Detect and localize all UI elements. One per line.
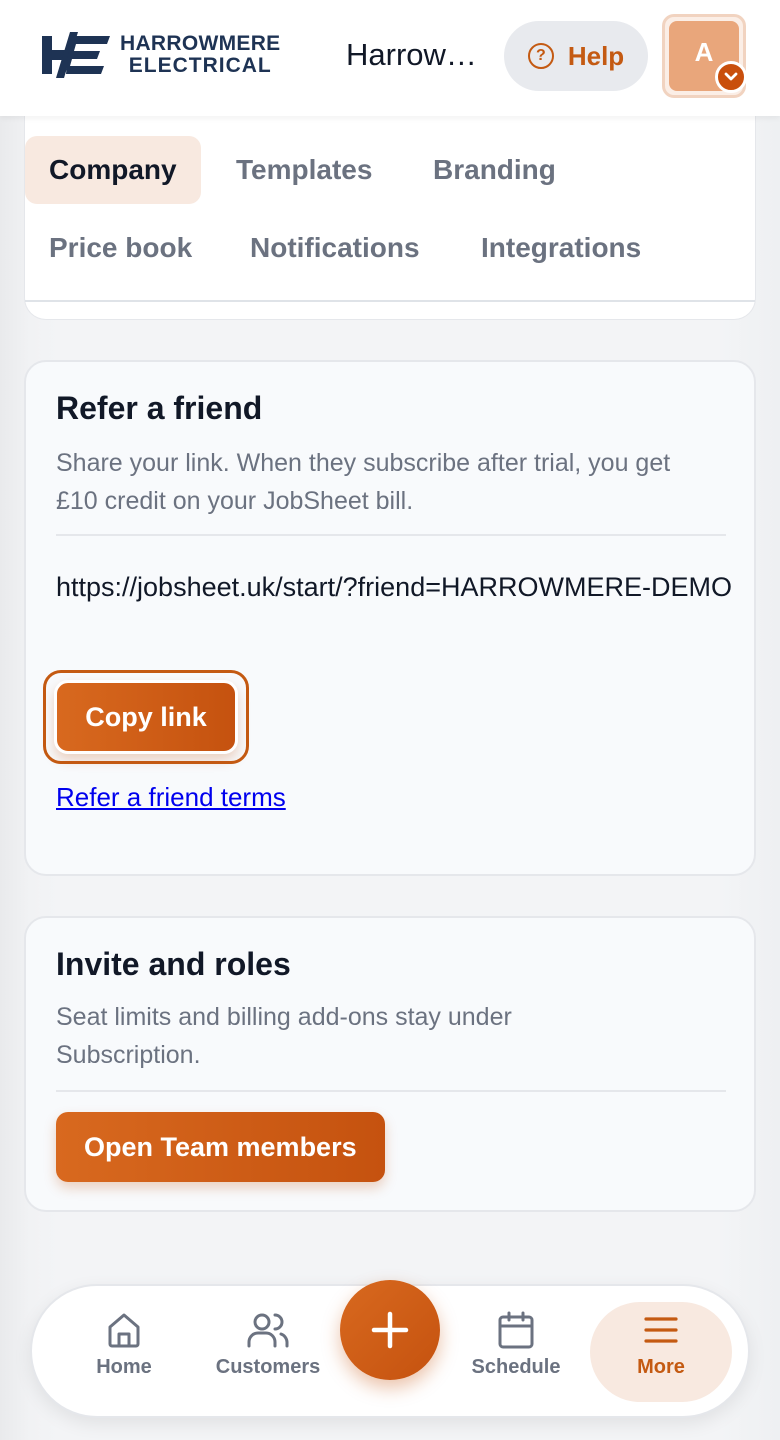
copy-link-button[interactable]: Copy link <box>54 680 238 754</box>
add-new-button[interactable] <box>340 1280 440 1380</box>
logo-text: HARROWMERE ELECTRICAL <box>120 33 281 77</box>
refer-description: Share your link. When they subscribe aft… <box>56 449 671 515</box>
invite-title: Invite and roles <box>56 946 291 982</box>
refer-terms-link[interactable]: Refer a friend terms <box>56 782 286 813</box>
nav-home-label: Home <box>96 1356 152 1378</box>
logo-line-1: HARROWMERE <box>120 32 281 55</box>
nav-more[interactable]: More <box>590 1302 732 1402</box>
calendar-icon <box>498 1311 534 1349</box>
logo-mark-icon <box>42 32 110 78</box>
users-icon <box>247 1313 289 1348</box>
help-icon: ? <box>527 43 554 69</box>
company-name: Harrowmere Electrical <box>346 37 486 72</box>
nav-more-label: More <box>637 1356 685 1378</box>
settings-tabs: Company Templates Branding Price book No… <box>24 116 756 320</box>
nav-customers-label: Customers <box>215 1356 321 1378</box>
tab-integrations[interactable]: Integrations <box>481 214 641 282</box>
logo-line-2: ELECTRICAL <box>128 54 272 77</box>
tab-branding[interactable]: Branding <box>433 136 556 204</box>
tabs-divider <box>25 300 755 302</box>
account-menu-button[interactable]: A <box>662 14 747 98</box>
invite-description: Seat limits and billing add-ons stay und… <box>56 1003 512 1069</box>
help-label: Help <box>567 40 625 71</box>
refer-title: Refer a friend <box>56 390 263 426</box>
invite-divider <box>56 1090 726 1092</box>
tab-price-book[interactable]: Price book <box>49 214 192 282</box>
tab-notifications[interactable]: Notifications <box>250 214 420 282</box>
nav-schedule[interactable]: Schedule <box>466 1310 566 1400</box>
tab-company[interactable]: Company <box>25 136 201 204</box>
refer-divider <box>56 534 726 536</box>
app-header: HARROWMERE ELECTRICAL Harrowmere Electri… <box>0 0 780 116</box>
tab-templates[interactable]: Templates <box>236 136 372 204</box>
home-icon <box>108 1313 140 1348</box>
refer-a-friend-card: Refer a friend Share your link. When the… <box>24 360 756 876</box>
company-logo[interactable]: HARROWMERE ELECTRICAL <box>40 30 281 80</box>
open-team-members-button[interactable]: Open Team members <box>56 1112 385 1182</box>
nav-customers[interactable]: Customers <box>208 1310 328 1400</box>
plus-icon <box>371 1311 409 1349</box>
chevron-down-icon <box>715 61 747 93</box>
nav-schedule-label: Schedule <box>471 1356 561 1378</box>
help-button[interactable]: ? Help <box>504 21 648 91</box>
invite-and-roles-card: Invite and roles Seat limits and billing… <box>24 916 756 1212</box>
referral-link: https://jobsheet.uk/start/?friend=HARROW… <box>56 572 732 602</box>
nav-home[interactable]: Home <box>90 1310 158 1400</box>
menu-icon <box>644 1317 678 1343</box>
